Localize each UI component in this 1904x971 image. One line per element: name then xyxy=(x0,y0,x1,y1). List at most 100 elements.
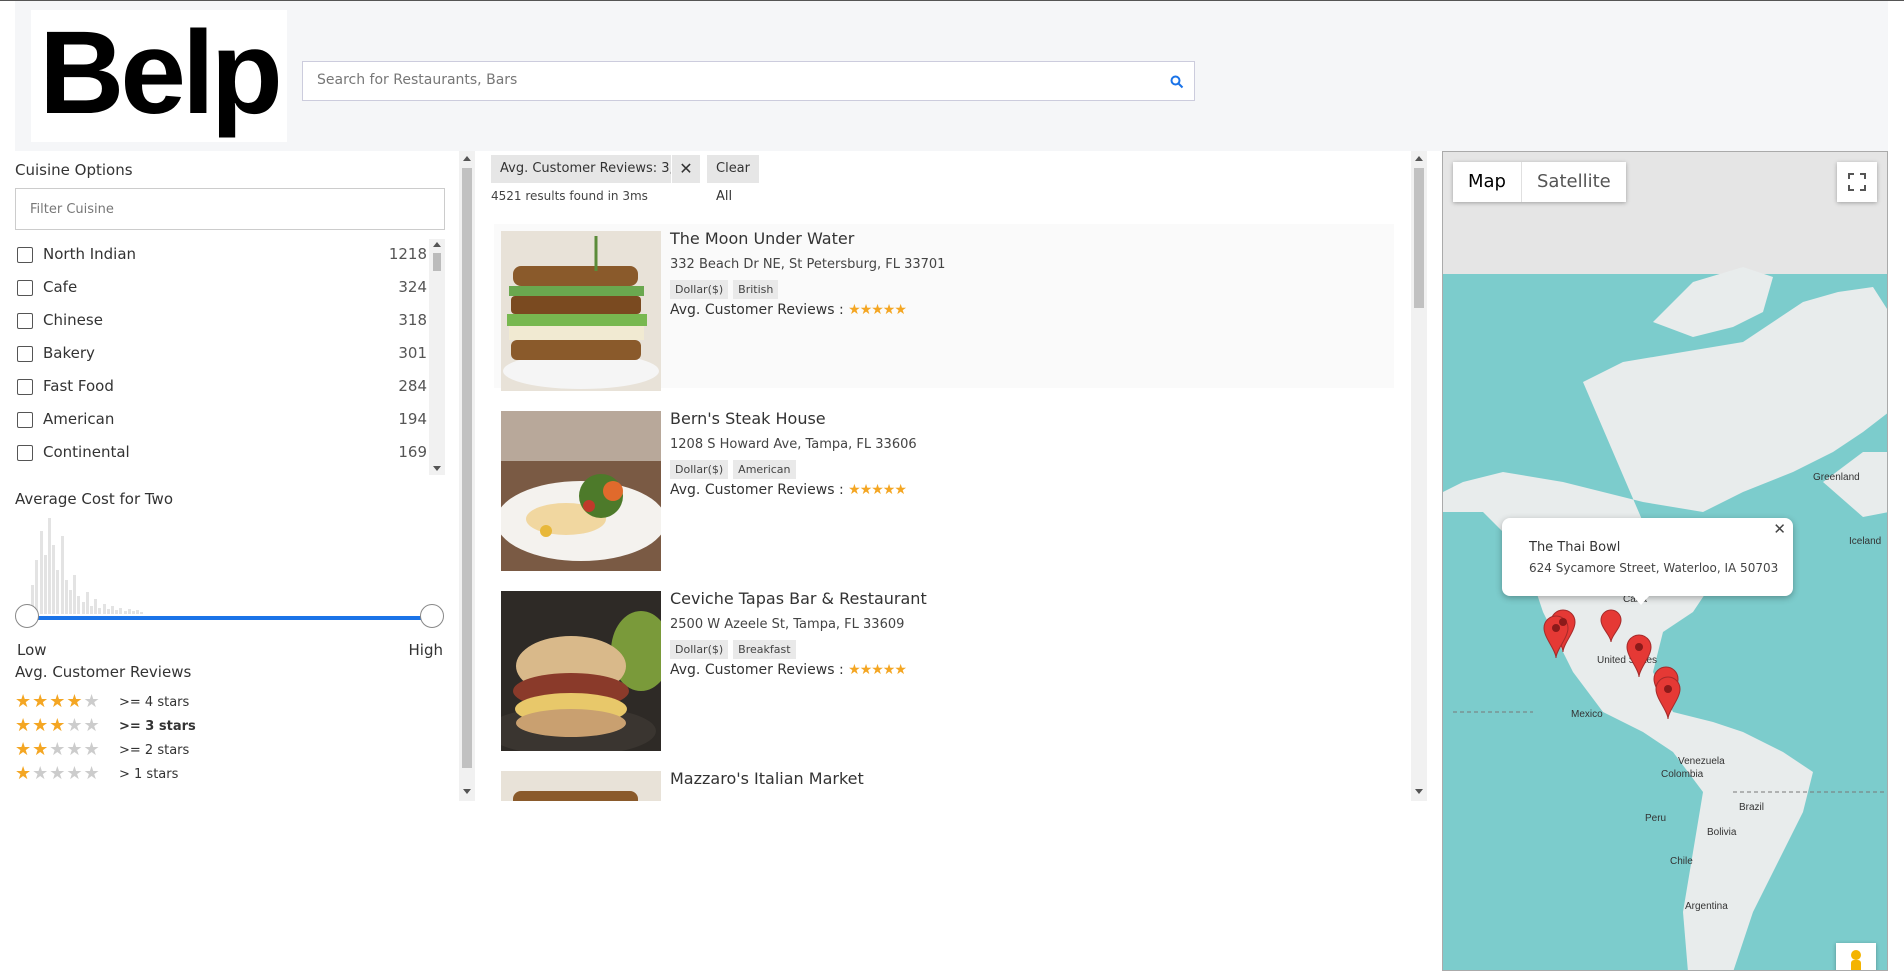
restaurant-reviews: Avg. Customer Reviews : ★★★★★ xyxy=(670,662,907,678)
restaurant-reviews: Avg. Customer Reviews : ★★★★★ xyxy=(670,302,907,318)
histogram-bar xyxy=(64,579,68,614)
cuisine-filter-box[interactable] xyxy=(15,188,445,230)
restaurant-name[interactable]: Mazzaro's Italian Market xyxy=(670,769,864,788)
filters-scroll-thumb[interactable] xyxy=(462,168,472,768)
cost-slider-low-handle[interactable] xyxy=(15,604,39,628)
pegman-icon xyxy=(1851,950,1861,970)
search-box[interactable] xyxy=(302,61,1195,101)
result-card[interactable]: Bern's Steak House 1208 S Howard Ave, Ta… xyxy=(494,404,1394,571)
review-stars-icon: ★★★★★ xyxy=(15,739,101,760)
cuisine-filter-input[interactable] xyxy=(28,201,432,218)
cuisine-checkbox[interactable] xyxy=(17,313,33,329)
market-image[interactable] xyxy=(501,771,661,801)
cuisine-label: North Indian xyxy=(43,245,137,263)
map-label-brazil: Brazil xyxy=(1739,802,1765,813)
histogram-bar xyxy=(73,574,77,614)
map-info-window[interactable]: The Thai Bowl 624 Sycamore Street, Water… xyxy=(1502,518,1793,605)
result-card[interactable]: Ceviche Tapas Bar & Restaurant 2500 W Az… xyxy=(494,584,1394,751)
filters-scrollbar[interactable] xyxy=(459,151,475,801)
review-stars-icon: ★★★★★ xyxy=(15,715,101,736)
map-label-peru: Peru xyxy=(1645,813,1667,824)
cuisine-tag: Breakfast xyxy=(733,640,796,659)
cuisine-item[interactable]: Cafe 324 xyxy=(15,272,427,305)
result-card[interactable]: The Moon Under Water 332 Beach Dr NE, St… xyxy=(494,224,1394,391)
cuisine-label: American xyxy=(43,410,115,428)
histogram-bar xyxy=(35,560,39,614)
fullscreen-button[interactable] xyxy=(1837,162,1877,202)
review-option-label: >= 2 stars xyxy=(119,743,190,758)
search-icon[interactable] xyxy=(1170,75,1184,89)
logo[interactable]: Belp xyxy=(31,10,287,142)
cuisine-checkbox[interactable] xyxy=(17,379,33,395)
restaurant-name[interactable]: Ceviche Tapas Bar & Restaurant xyxy=(670,589,927,608)
info-window-address: 624 Sycamore Street, Waterloo, IA 50703 xyxy=(1529,561,1779,575)
histogram-bar xyxy=(85,592,89,614)
review-option[interactable]: ★★★★★ > 1 stars xyxy=(15,764,315,786)
cuisine-checkbox[interactable] xyxy=(17,280,33,296)
chip-close-icon[interactable]: ✕ xyxy=(672,155,700,183)
review-option[interactable]: ★★★★★ >= 4 stars xyxy=(15,692,315,714)
results-count: 4521 results found in 3ms xyxy=(491,189,648,203)
map-type-control: Map Satellite xyxy=(1453,162,1626,202)
scroll-up-arrow-icon[interactable] xyxy=(463,156,471,161)
scroll-up-arrow-icon[interactable] xyxy=(433,242,441,247)
cuisine-scroll-thumb[interactable] xyxy=(433,253,441,271)
histogram-bar xyxy=(115,610,119,614)
close-icon[interactable]: ✕ xyxy=(1773,520,1786,538)
rating-stars-icon: ★★★★★ xyxy=(848,482,907,498)
map-type-satellite-button[interactable]: Satellite xyxy=(1521,162,1626,202)
cuisine-item[interactable]: Continental 169 xyxy=(15,437,427,470)
cuisine-item[interactable]: Bakery 301 xyxy=(15,338,427,371)
result-card[interactable]: Mazzaro's Italian Market xyxy=(494,764,1394,801)
scroll-down-arrow-icon[interactable] xyxy=(1415,789,1423,794)
histogram-bar xyxy=(111,606,114,614)
cuisine-scrollbar[interactable] xyxy=(429,239,445,475)
sandwich-image[interactable] xyxy=(501,231,661,391)
cuisine-checkbox[interactable] xyxy=(17,412,33,428)
cuisine-item[interactable]: Chinese 318 xyxy=(15,305,427,338)
info-window-title: The Thai Bowl xyxy=(1529,540,1621,555)
search-input[interactable] xyxy=(315,71,1159,89)
histogram-bar xyxy=(48,517,51,614)
cuisine-count: 194 xyxy=(398,410,427,428)
histogram-bar xyxy=(119,608,123,614)
review-option[interactable]: ★★★★★ >= 2 stars xyxy=(15,740,315,762)
histogram-bar xyxy=(98,608,102,614)
steak-dish-image[interactable] xyxy=(501,411,661,571)
cuisine-checkbox[interactable] xyxy=(17,445,33,461)
review-option-label: > 1 stars xyxy=(119,767,179,782)
restaurant-address: 332 Beach Dr NE, St Petersburg, FL 33701 xyxy=(670,257,946,272)
restaurant-name[interactable]: The Moon Under Water xyxy=(670,229,854,248)
map-view[interactable]: Greenland Iceland Cana United States Mex… xyxy=(1442,151,1888,971)
histogram-bar xyxy=(140,612,144,614)
info-window-tail xyxy=(1632,595,1650,605)
restaurant-name[interactable]: Bern's Steak House xyxy=(670,409,826,428)
cuisine-item[interactable]: Fast Food 284 xyxy=(15,371,427,404)
scroll-up-arrow-icon[interactable] xyxy=(1415,156,1423,161)
arepa-image[interactable] xyxy=(501,591,661,751)
cuisine-checkbox[interactable] xyxy=(17,247,33,263)
map-type-map-button[interactable]: Map xyxy=(1453,162,1521,202)
clear-all-button[interactable]: Clear All xyxy=(707,155,759,204)
cuisine-checkbox[interactable] xyxy=(17,346,33,362)
cuisine-item[interactable]: North Indian 1218 xyxy=(15,239,427,272)
filters-panel: Cuisine Options North Indian 1218 Cafe 3… xyxy=(15,151,445,801)
scroll-down-arrow-icon[interactable] xyxy=(433,466,441,471)
map-markers[interactable] xyxy=(1541,592,1691,752)
cuisine-list: North Indian 1218 Cafe 324 Chinese 318 B… xyxy=(15,239,445,475)
map-label-chile: Chile xyxy=(1670,856,1693,867)
cost-slider-track[interactable] xyxy=(27,616,432,620)
reviews-label: Avg. Customer Reviews : xyxy=(670,482,844,498)
scroll-down-arrow-icon[interactable] xyxy=(463,789,471,794)
results-scrollbar[interactable] xyxy=(1411,151,1427,801)
street-view-button[interactable] xyxy=(1836,943,1876,970)
results-scroll-thumb[interactable] xyxy=(1414,168,1424,308)
cost-slider-high-handle[interactable] xyxy=(420,604,444,628)
restaurant-tags: Dollar($) American xyxy=(670,460,801,479)
map-label-colombia: Colombia xyxy=(1661,769,1704,780)
restaurant-tags: Dollar($) British xyxy=(670,280,783,299)
histogram-bar xyxy=(136,610,140,614)
review-option[interactable]: ★★★★★ >= 3 stars xyxy=(15,716,315,738)
histogram-bar xyxy=(127,609,131,614)
cuisine-item[interactable]: American 194 xyxy=(15,404,427,437)
